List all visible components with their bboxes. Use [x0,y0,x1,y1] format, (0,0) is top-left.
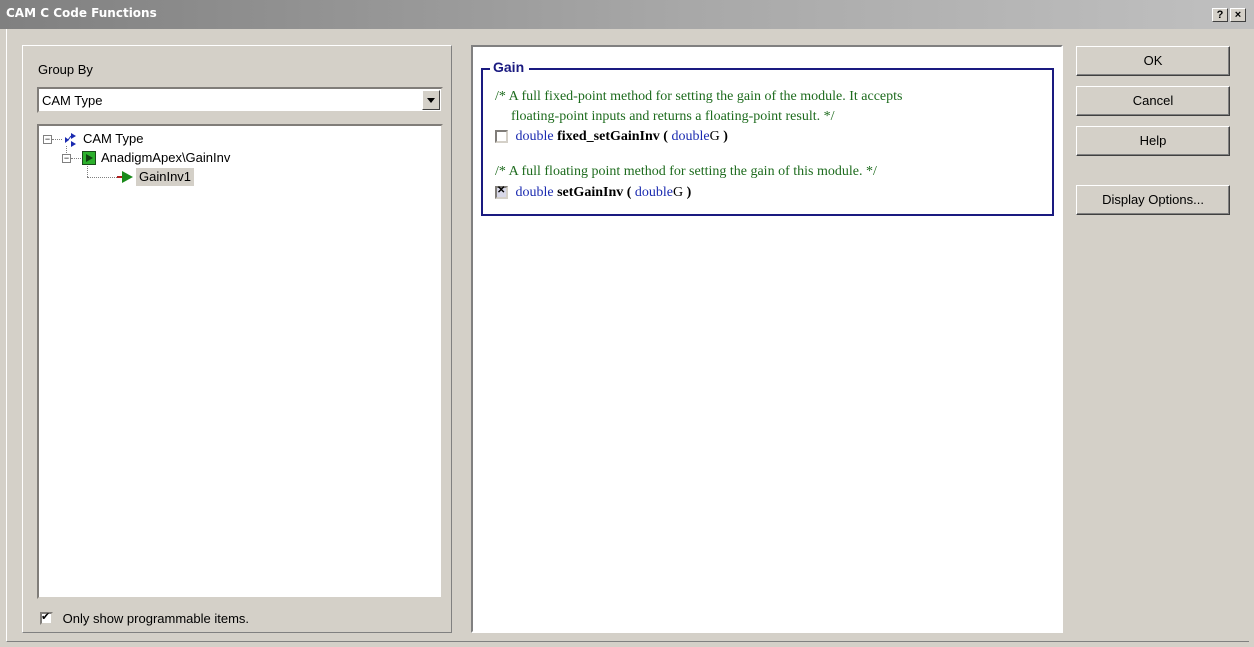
collapse-icon[interactable]: − [62,154,71,163]
tree-item-gaininv1[interactable]: GainInv1 [136,168,195,186]
groupby-label: Group By [38,62,93,77]
title-bar: CAM C Code Functions ? × [0,0,1254,29]
only-programmable-label: Only show programmable items. [62,611,250,627]
display-options-button[interactable]: Display Options... [1076,185,1230,215]
fn1-name: fixed_setGainInv [557,129,660,144]
help-button[interactable]: Help [1076,126,1230,156]
only-programmable-checkbox[interactable] [40,610,53,626]
fn2-row: double setGainInv ( doubleG ) [495,185,691,201]
only-programmable-option[interactable]: Only show programmable items. [40,610,249,628]
window-title: CAM C Code Functions [6,6,157,20]
fn1-comment-line1: /* A full fixed-point method for setting… [495,89,903,104]
groupby-value: CAM Type [42,93,103,108]
cam-tree[interactable]: − CAM Type − AnadigmApex\GainInv GainInv… [37,124,443,599]
fn2-checkbox[interactable] [495,185,508,200]
fn2-name: setGainInv [557,185,624,200]
fn1-checkbox[interactable] [495,130,508,144]
help-title-button[interactable]: ? [1212,8,1228,22]
ok-button[interactable]: OK [1076,46,1230,76]
tree-item-cam-type[interactable]: CAM Type [83,130,143,148]
dropdown-arrow-icon[interactable] [422,90,440,110]
module-icon [82,151,96,165]
close-title-button[interactable]: × [1230,8,1246,22]
collapse-icon[interactable]: − [43,135,52,144]
gain-group-title: Gain [490,59,530,75]
tree-item-anadigmapex-gaininv[interactable]: AnadigmApex\GainInv [101,149,230,167]
cancel-button[interactable]: Cancel [1076,86,1230,116]
cam-type-icon [65,133,76,147]
gaininv-instance-icon [117,171,133,183]
fn1-comment-line2: floating-point inputs and returns a floa… [511,109,835,124]
groupby-combobox[interactable]: CAM Type [37,87,443,113]
fn2-comment: /* A full floating point method for sett… [495,164,877,179]
fn1-row: double fixed_setGainInv ( doubleG ) [495,129,728,145]
